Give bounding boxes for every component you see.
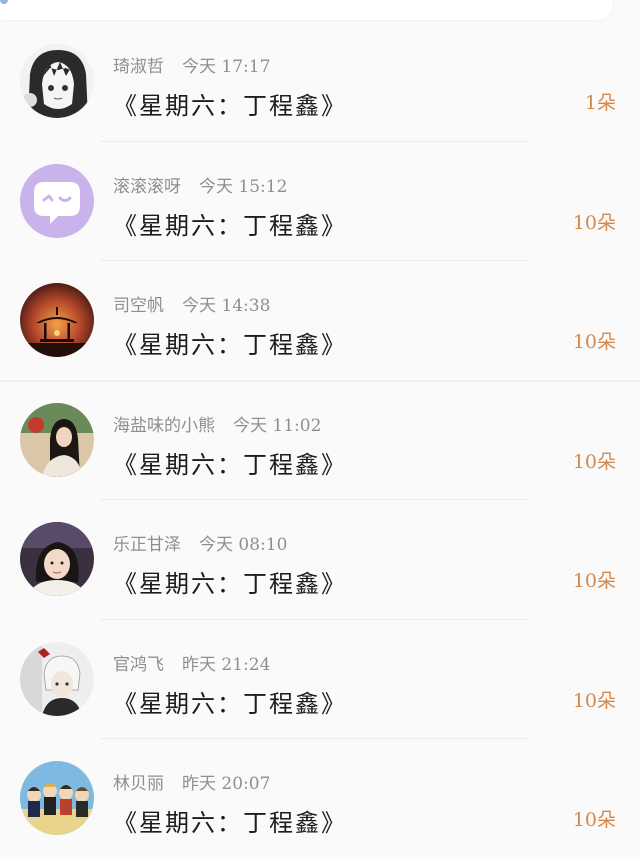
book-title[interactable]: 《星期六：丁程鑫》: [113, 803, 347, 838]
flower-count: 10朵: [572, 331, 616, 353]
portrait-photo-avatar[interactable]: [20, 522, 94, 596]
list-item[interactable]: 乐正甘泽 今天 08:10 《星期六：丁程鑫》 10朵: [0, 500, 640, 620]
timestamp: 昨天 20:07: [182, 774, 271, 794]
book-title[interactable]: 《星期六：丁程鑫》: [113, 684, 347, 719]
username[interactable]: 滚滚滚呀: [113, 177, 181, 197]
list-item[interactable]: 司空帆 今天 14:38 《星期六：丁程鑫》 10朵: [0, 261, 640, 382]
list-item[interactable]: 海盐味的小熊 今天 11:02 《星期六：丁程鑫》 10朵: [0, 381, 640, 500]
chat-bubble-avatar[interactable]: [20, 163, 94, 238]
timestamp: 今天 14:38: [182, 296, 271, 316]
book-title[interactable]: 《星期六：丁程鑫》: [113, 86, 347, 121]
group-cartoon-avatar[interactable]: [20, 761, 94, 835]
flower-count: 10朵: [572, 450, 616, 473]
timestamp: 今天 15:12: [199, 176, 288, 197]
gift-meta: 琦淑哲 今天 17:17: [113, 52, 270, 77]
username[interactable]: 海盐味的小熊: [113, 416, 215, 436]
book-title[interactable]: 《星期六：丁程鑫》: [113, 206, 347, 241]
list-item[interactable]: 林贝丽 昨天 20:07 《星期六：丁程鑫》 10朵: [0, 739, 640, 859]
username[interactable]: 乐正甘泽: [113, 535, 181, 555]
timestamp: 今天 17:17: [182, 57, 271, 77]
girl-photo-avatar[interactable]: [20, 402, 94, 477]
anime-boy-avatar[interactable]: [20, 641, 94, 716]
flower-count: 10朵: [572, 689, 616, 712]
flower-count: 1朵: [584, 92, 616, 114]
book-title[interactable]: 《星期六：丁程鑫》: [113, 445, 347, 480]
username[interactable]: 司空帆: [113, 296, 164, 316]
gift-meta: 林贝丽 昨天 20:07: [113, 769, 270, 794]
flower-count: 10朵: [572, 570, 616, 592]
gift-list: 琦淑哲 今天 17:17 《星期六：丁程鑫》 1朵 滚滚滚呀 今天 15:12 《星…: [0, 22, 640, 859]
flower-count: 10朵: [572, 809, 616, 831]
gift-meta: 乐正甘泽 今天 08:10: [113, 530, 287, 555]
gift-meta: 海盐味的小熊 今天 11:02: [113, 411, 321, 436]
list-item[interactable]: 琦淑哲 今天 17:17 《星期六：丁程鑫》 1朵: [0, 22, 640, 142]
timestamp: 昨天 21:24: [182, 654, 271, 675]
book-title[interactable]: 《星期六：丁程鑫》: [113, 325, 347, 360]
timestamp: 今天 08:10: [199, 535, 288, 555]
list-item[interactable]: 官鸿飞 昨天 21:24 《星期六：丁程鑫》 10朵: [0, 620, 640, 739]
username[interactable]: 林贝丽: [113, 774, 164, 794]
accent-dot: [0, 0, 8, 4]
gift-meta: 滚滚滚呀 今天 15:12: [113, 172, 287, 197]
username[interactable]: 琦淑哲: [113, 57, 164, 77]
anime-girl-avatar[interactable]: [20, 44, 94, 118]
pavilion-sunset-avatar[interactable]: [20, 283, 94, 357]
list-item[interactable]: 滚滚滚呀 今天 15:12 《星期六：丁程鑫》 10朵: [0, 142, 640, 261]
previous-card-edge: [0, 0, 612, 20]
gift-meta: 官鸿飞 昨天 21:24: [113, 650, 270, 675]
flower-count: 10朵: [572, 211, 616, 234]
book-title[interactable]: 《星期六：丁程鑫》: [113, 564, 347, 599]
timestamp: 今天 11:02: [233, 415, 322, 436]
username[interactable]: 官鸿飞: [113, 655, 164, 675]
gift-meta: 司空帆 今天 14:38: [113, 291, 270, 316]
